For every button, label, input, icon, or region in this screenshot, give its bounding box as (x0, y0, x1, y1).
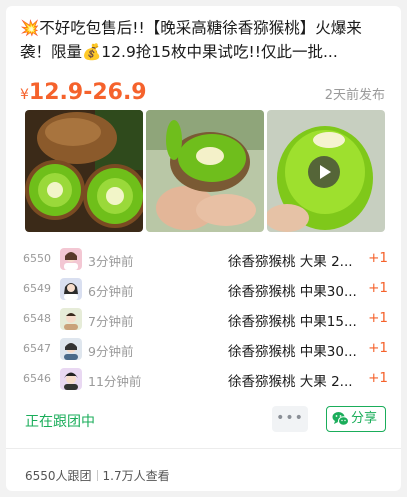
group-buy-card[interactable]: 💥不好吃包售后!!【晚采高糖徐香猕猴桃】火爆来袭！限量💰12.9抢15枚中果试吃… (6, 6, 401, 491)
posted-time: 2天前发布 (324, 88, 385, 103)
recent-orders-list: 6550 3分钟前 徐香猕猴桃 大果 2... +1 6549 6分钟前 徐香猕… (20, 244, 390, 394)
play-icon[interactable] (308, 156, 340, 188)
divider (6, 448, 401, 449)
order-time: 11分钟前 (88, 374, 142, 389)
order-row: 6548 7分钟前 徐香猕猴桃 中果15... +1 (20, 304, 390, 334)
group-status: 正在跟团中 (25, 414, 95, 430)
avatar (60, 338, 82, 360)
views-count: 1.7万人查看 (102, 469, 170, 483)
order-number: 6547 (23, 342, 51, 355)
order-row: 6549 6分钟前 徐香猕猴桃 中果30... +1 (20, 274, 390, 304)
avatar (60, 308, 82, 330)
order-qty: +1 (368, 310, 388, 326)
order-time: 3分钟前 (88, 254, 134, 269)
stats-separator (96, 470, 98, 481)
product-title[interactable]: 💥不好吃包售后!!【晚采高糖徐香猕猴桃】火爆来袭！限量💰12.9抢15枚中果试吃… (20, 16, 388, 64)
product-image-2[interactable] (146, 110, 264, 232)
order-item: 徐香猕猴桃 大果 2... (228, 254, 353, 270)
order-number: 6546 (23, 372, 51, 385)
avatar (60, 248, 82, 270)
price-currency: ¥ (20, 87, 29, 103)
avatar (60, 368, 82, 390)
more-button[interactable]: ••• (272, 406, 308, 432)
order-row: 6550 3分钟前 徐香猕猴桃 大果 2... +1 (20, 244, 390, 274)
product-image-1[interactable] (25, 110, 143, 232)
group-stats: 6550人跟团 1.7万人查看 (25, 467, 170, 484)
order-time: 6分钟前 (88, 284, 134, 299)
wechat-icon (332, 411, 349, 427)
order-row: 6546 11分钟前 徐香猕猴桃 大果 2... +1 (20, 364, 390, 394)
price-range: ¥12.9-26.9 (20, 80, 147, 105)
order-item: 徐香猕猴桃 中果30... (228, 284, 357, 300)
share-label: 分享 (351, 411, 378, 426)
order-item: 徐香猕猴桃 中果15... (228, 314, 357, 330)
avatar (60, 278, 82, 300)
order-qty: +1 (368, 370, 388, 386)
order-number: 6549 (23, 282, 51, 295)
share-button[interactable]: 分享 (326, 406, 386, 432)
product-images (25, 110, 385, 232)
order-time: 9分钟前 (88, 344, 134, 359)
order-qty: +1 (368, 250, 388, 266)
order-number: 6550 (23, 252, 51, 265)
order-qty: +1 (368, 280, 388, 296)
order-item: 徐香猕猴桃 大果 2... (228, 374, 353, 390)
order-time: 7分钟前 (88, 314, 134, 329)
order-qty: +1 (368, 340, 388, 356)
price-value: 12.9-26.9 (28, 80, 147, 105)
order-item: 徐香猕猴桃 中果30... (228, 344, 357, 360)
product-video-thumbnail[interactable] (267, 110, 385, 232)
order-row: 6547 9分钟前 徐香猕猴桃 中果30... +1 (20, 334, 390, 364)
order-number: 6548 (23, 312, 51, 325)
followers-count: 6550人跟团 (25, 469, 92, 483)
